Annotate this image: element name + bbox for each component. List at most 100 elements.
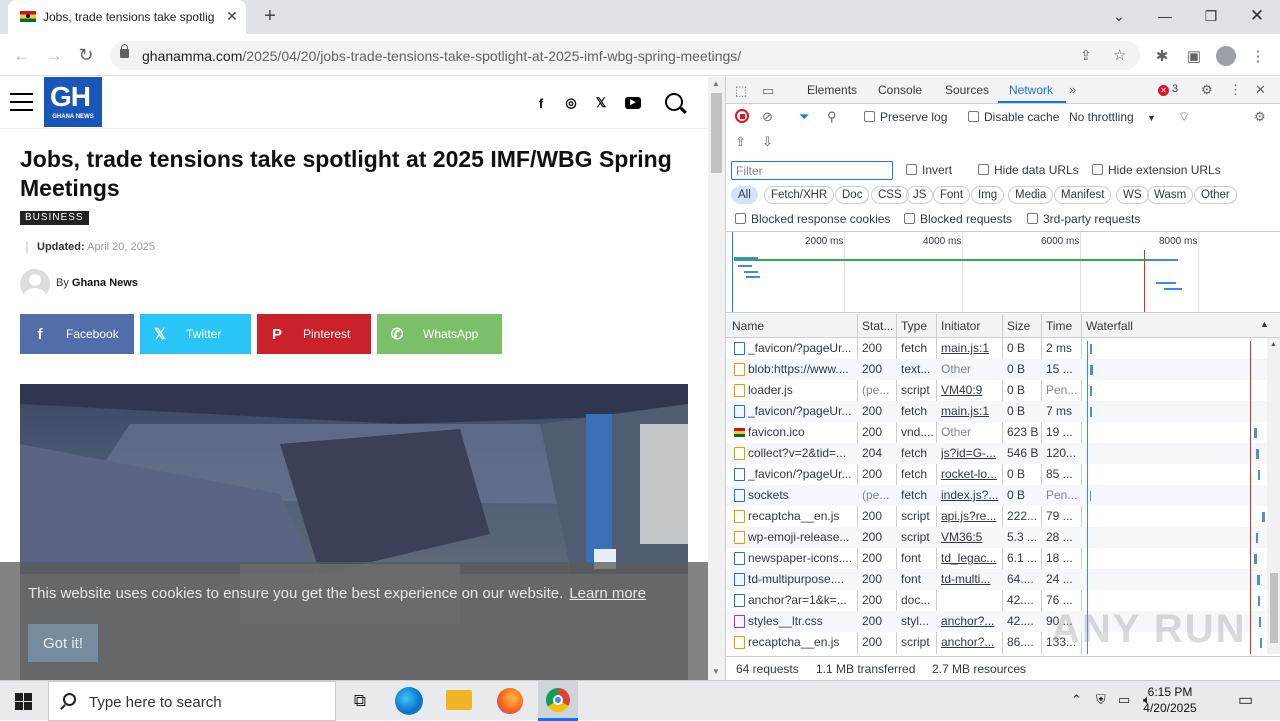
youtube-icon[interactable]: ▶ — [624, 94, 642, 112]
scroll-up-arrow-icon[interactable]: ▲ — [712, 79, 720, 88]
learn-more-link[interactable]: Learn more — [569, 585, 646, 602]
cookie-accept-button[interactable]: Got it! — [28, 624, 98, 662]
error-count-badge[interactable]: ✕ 3 — [1158, 83, 1178, 96]
tab-search-chevron-icon[interactable]: ⌄ — [1107, 5, 1131, 27]
task-view-icon[interactable]: ⧉ — [344, 685, 376, 717]
firefox-icon[interactable] — [497, 688, 523, 714]
side-panel-icon[interactable]: ▣ — [1183, 45, 1205, 67]
chrome-taskbar-button[interactable] — [538, 681, 578, 721]
address-bar[interactable]: ghanamma.com/2025/04/20/jobs-trade-tensi… — [110, 41, 1140, 70]
export-har-icon[interactable]: ⇩ — [762, 134, 778, 150]
network-overview-timeline[interactable]: 2000 ms 4000 ms 6000 ms 8000 ms — [726, 231, 1280, 313]
page-scrollbar[interactable]: ▲ ▼ — [708, 77, 725, 680]
column-waterfall[interactable]: Waterfall — [1086, 319, 1133, 333]
table-scrollbar[interactable]: ▲ — [1267, 338, 1280, 654]
tab-network[interactable]: Network — [1009, 83, 1053, 97]
cell-initiator[interactable]: VM40:9 — [941, 383, 999, 397]
inspect-element-icon[interactable]: ⬚ — [735, 83, 751, 99]
hide-extension-urls-checkbox[interactable]: Hide extension URLs — [1092, 163, 1221, 177]
table-row[interactable]: blob:https://www.... 200 text... Other 0 B 15… — [726, 359, 1280, 380]
tab-console[interactable]: Console — [878, 83, 922, 97]
filter-fetch-xhr[interactable]: Fetch/XHR — [764, 186, 835, 204]
minimize-icon[interactable]: — — [1153, 5, 1177, 27]
cell-initiator[interactable]: js?id=G-... — [941, 446, 999, 460]
filter-funnel-icon[interactable]: ⏷ — [799, 109, 815, 125]
sort-ascending-icon[interactable]: ▲ — [1260, 319, 1269, 329]
table-row[interactable]: td-multipurpose.... 200 font td-multi... 64.… — [726, 569, 1280, 590]
cell-initiator[interactable]: main.js:1 — [941, 404, 999, 418]
tab-sources[interactable]: Sources — [945, 83, 989, 97]
scrollbar-thumb[interactable] — [711, 93, 722, 173]
file-explorer-icon[interactable] — [446, 690, 472, 710]
search-icon[interactable]: ⚲ — [827, 109, 843, 125]
system-clock[interactable]: 6:15 PM 4/20/2025 — [1140, 684, 1200, 716]
cell-initiator[interactable]: anchor?... — [941, 635, 999, 649]
cell-initiator[interactable]: main.js:1 — [941, 341, 999, 355]
record-stop-icon[interactable] — [735, 109, 751, 125]
taskbar-search-box[interactable]: Type here to search — [48, 681, 336, 721]
column-status[interactable]: Stat... — [862, 319, 893, 333]
filter-js[interactable]: JS — [906, 186, 934, 204]
cell-initiator[interactable]: anchor?... — [941, 614, 999, 628]
column-time[interactable]: Time — [1046, 319, 1072, 333]
filter-img[interactable]: Img — [971, 186, 1005, 204]
table-row[interactable]: wp-emoji-release... 200 script VM36:5 5.3 ..… — [726, 527, 1280, 548]
cell-initiator[interactable]: index.js?... — [941, 488, 999, 502]
network-conditions-icon[interactable]: ⌔ — [1178, 109, 1194, 125]
x-twitter-icon[interactable]: 𝕏 — [592, 94, 610, 112]
share-twitter-button[interactable]: 𝕏 Twitter — [140, 314, 251, 354]
table-row[interactable]: _favicon/?pageUr... 200 fetch main.js:1 0 B 2… — [726, 338, 1280, 359]
cell-initiator[interactable]: td_legac... — [941, 551, 999, 565]
share-pinterest-button[interactable]: P Pinterest — [257, 314, 371, 354]
filter-ws[interactable]: WS — [1116, 186, 1149, 204]
table-row[interactable]: newspaper-icons.... 200 font td_legac... 6.1… — [726, 548, 1280, 569]
extensions-puzzle-icon[interactable]: ✱ — [1151, 45, 1173, 67]
table-row[interactable]: collect?v=2&tid=... 204 fetch js?id=G-... 54… — [726, 443, 1280, 464]
filter-font[interactable]: Font — [933, 186, 971, 204]
filter-input[interactable]: Filter — [731, 161, 893, 180]
facebook-icon[interactable]: f — [532, 94, 550, 112]
back-icon[interactable]: ← — [12, 45, 32, 65]
windows-start-icon[interactable] — [15, 693, 32, 710]
filter-manifest[interactable]: Manifest — [1054, 186, 1112, 204]
share-facebook-button[interactable]: f Facebook — [20, 314, 134, 354]
invert-checkbox[interactable]: Invert — [906, 163, 952, 177]
settings-gear-icon[interactable]: ⚙ — [1201, 82, 1217, 98]
show-hidden-icons-chevron[interactable]: ⌃ — [1071, 692, 1082, 708]
author-avatar[interactable] — [20, 269, 50, 299]
blocked-response-cookies-checkbox[interactable]: Blocked response cookies — [735, 212, 890, 226]
filter-wasm[interactable]: Wasm — [1147, 186, 1194, 204]
cell-initiator[interactable]: td-multi... — [941, 572, 999, 586]
close-window-icon[interactable]: ✕ — [1245, 5, 1269, 27]
instagram-icon[interactable]: ◎ — [562, 94, 580, 112]
cell-initiator[interactable]: VM36:5 — [941, 530, 999, 544]
profile-avatar-icon[interactable] — [1215, 45, 1237, 67]
network-settings-gear-icon[interactable]: ⚙ — [1254, 109, 1270, 125]
bookmark-star-icon[interactable]: ☆ — [1113, 46, 1126, 64]
column-name[interactable]: Name — [732, 319, 764, 333]
notifications-icon[interactable]: ▭ — [1238, 690, 1253, 710]
disable-cache-checkbox[interactable]: Disable cache — [968, 110, 1059, 124]
column-type[interactable]: Type — [901, 319, 927, 333]
filter-all[interactable]: All — [731, 186, 758, 204]
security-tray-icon[interactable]: ⛨ — [1096, 692, 1106, 708]
new-tab-icon[interactable]: + — [260, 5, 280, 27]
hamburger-menu-icon[interactable] — [10, 93, 33, 111]
site-logo[interactable]: GH GHANA NEWS — [44, 77, 102, 127]
table-row[interactable]: recaptcha__en.js 200 script api.js?re... 222… — [726, 506, 1280, 527]
filter-doc[interactable]: Doc — [835, 186, 870, 204]
import-har-icon[interactable]: ⇧ — [735, 134, 751, 150]
cell-initiator[interactable]: api.js?re... — [941, 509, 999, 523]
table-row[interactable]: _favicon/?pageUr... 200 fetch main.js:1 0 B 7… — [726, 401, 1280, 422]
share-whatsapp-button[interactable]: ✆ WhatsApp — [377, 314, 502, 354]
hide-data-urls-checkbox[interactable]: Hide data URLs — [978, 163, 1079, 177]
edge-browser-icon[interactable] — [395, 687, 423, 715]
tab-elements[interactable]: Elements — [807, 83, 857, 97]
table-row[interactable]: favicon.ico 200 vnd.... Other 623 B 19 ... — [726, 422, 1280, 443]
share-icon[interactable]: ⇪ — [1080, 47, 1092, 64]
category-badge[interactable]: BUSINESS — [20, 211, 89, 225]
scroll-down-arrow-icon[interactable]: ▼ — [712, 667, 720, 676]
restore-icon[interactable]: ❐ — [1199, 5, 1223, 27]
table-row[interactable]: loader.js (pe... script VM40:9 0 B Pen... — [726, 380, 1280, 401]
table-row[interactable]: sockets (pe... fetch index.js?... 0 B Pen... — [726, 485, 1280, 506]
